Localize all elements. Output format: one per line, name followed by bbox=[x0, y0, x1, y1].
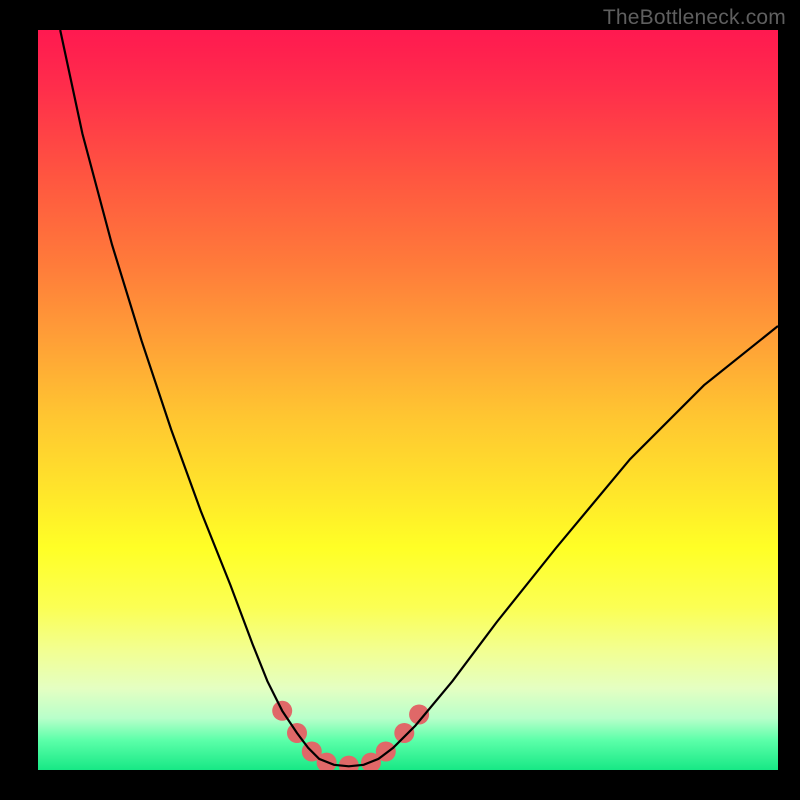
highlight-dot bbox=[394, 723, 414, 743]
bottleneck-curve bbox=[60, 30, 778, 766]
curve-overlay bbox=[38, 30, 778, 770]
plot-area bbox=[38, 30, 778, 770]
watermark-text: TheBottleneck.com bbox=[603, 6, 786, 30]
highlight-dot bbox=[339, 756, 359, 770]
chart-frame: TheBottleneck.com bbox=[0, 0, 800, 800]
